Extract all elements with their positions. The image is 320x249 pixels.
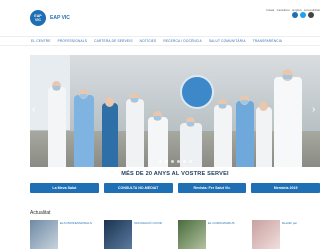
staff-figure	[102, 103, 118, 167]
news-thumbnail	[104, 220, 132, 249]
news-headline[interactable]: VACUNACIÓ COVID	[134, 221, 172, 226]
staff-mask	[53, 86, 60, 90]
staff-mask	[154, 116, 161, 120]
staff-mask	[219, 104, 226, 108]
news-headline[interactable]: ELS PROFESSIONALS	[60, 221, 98, 226]
site-header: EAP VIC EAP VIC Català · Castellano · En…	[0, 0, 320, 34]
staff-figure	[236, 101, 254, 167]
staff-figure	[48, 87, 66, 167]
staff-figure	[274, 77, 302, 167]
la-meva-salut-button[interactable]: La Meva Salut	[30, 183, 99, 193]
site-logo[interactable]: EAP VIC EAP VIC	[30, 10, 70, 26]
slider-dots	[30, 160, 320, 163]
news-card[interactable]: VACUNACIÓ COVID	[104, 220, 172, 249]
nav-item-salut-comunitaria[interactable]: SALUT COMUNITÀRIA	[209, 39, 246, 43]
logo-badge: EAP VIC	[30, 10, 46, 26]
news-headline[interactable]: EL CORONAVIRUS	[208, 221, 246, 226]
news-thumbnail	[178, 220, 206, 249]
staff-mask	[80, 94, 87, 98]
slider-dot[interactable]	[164, 160, 168, 163]
quick-links: La Meva Salut CONSULTA NO-MEDIAT Revista…	[30, 183, 320, 193]
twitter-icon[interactable]	[300, 12, 306, 18]
news-thumbnail	[30, 220, 58, 249]
staff-figure	[74, 95, 94, 167]
staff-mask	[131, 98, 138, 102]
logo-line-2: VIC	[35, 18, 41, 22]
slider-dot[interactable]	[182, 160, 186, 163]
staff-head	[259, 101, 268, 111]
nav-item-noticies[interactable]: NOTÍCIES	[140, 39, 157, 43]
news-card[interactable]: Recollir per	[252, 220, 320, 249]
slider-dot[interactable]	[176, 160, 180, 163]
hero-slider[interactable]: ‹ ›	[30, 55, 320, 167]
nav-item-recerca-docencia[interactable]: RECERCA I DOCÈNCIA	[163, 39, 202, 43]
news-list: ELS PROFESSIONALS VACUNACIÓ COVID EL COR…	[30, 220, 320, 249]
news-card[interactable]: ELS PROFESSIONALS	[30, 220, 98, 249]
memoria-button[interactable]: Memòria 2019	[251, 183, 320, 193]
slider-dot[interactable]	[188, 160, 192, 163]
slider-next-icon[interactable]: ›	[312, 105, 318, 115]
main-nav: EL CENTRE PROFESSIONALS CARTERA DE SERVE…	[0, 36, 320, 46]
slider-prev-icon[interactable]: ‹	[32, 105, 38, 115]
nav-item-cartera-serveis[interactable]: CARTERA DE SERVEIS	[94, 39, 133, 43]
staff-mask	[283, 75, 292, 79]
news-thumbnail	[252, 220, 280, 249]
slider-dot[interactable]	[170, 160, 174, 163]
tagline: MÉS DE 20 ANYS AL VOSTRE SERVEI	[121, 171, 229, 177]
youtube-icon[interactable]	[308, 12, 314, 18]
logo-text: EAP VIC	[50, 15, 70, 21]
news-headline[interactable]: Recollir per	[282, 221, 320, 226]
news-title: Actualitat	[30, 210, 51, 216]
slider-dot[interactable]	[158, 160, 162, 163]
facebook-icon[interactable]	[292, 12, 298, 18]
nav-item-transparencia[interactable]: TRANSPARÈNCIA	[253, 39, 282, 43]
staff-figure	[126, 99, 144, 167]
social-links	[292, 12, 320, 18]
staff-mask	[241, 100, 248, 104]
staff-figure	[214, 105, 232, 167]
nav-item-professionals[interactable]: PROFESSIONALS	[58, 39, 88, 43]
staff-figure	[256, 107, 272, 167]
hero-logo-board	[180, 75, 214, 109]
staff-mask	[187, 122, 194, 126]
revista-button[interactable]: Revista: Fer Salut Vic	[177, 183, 247, 193]
news-card[interactable]: EL CORONAVIRUS	[178, 220, 246, 249]
consulta-no-mediat-button[interactable]: CONSULTA NO-MEDIAT	[103, 183, 173, 193]
nav-item-el-centre[interactable]: EL CENTRE	[31, 39, 51, 43]
staff-head	[105, 97, 114, 107]
